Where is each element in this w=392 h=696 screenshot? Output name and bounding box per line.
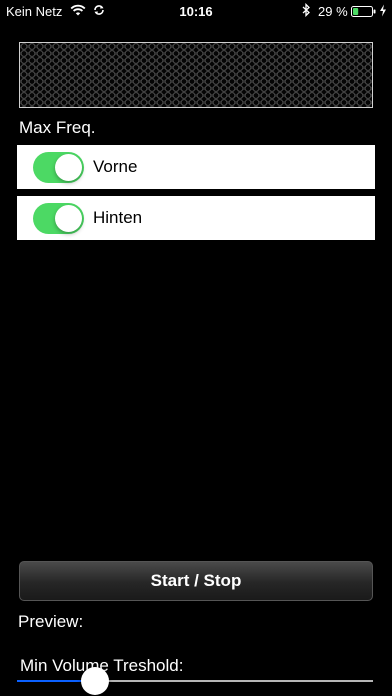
- max-freq-label: Max Freq.: [19, 118, 96, 137]
- vorne-toggle[interactable]: [33, 152, 84, 183]
- vorne-label: Vorne: [93, 157, 138, 176]
- preview-label: Preview:: [18, 612, 84, 631]
- toggle-knob: [55, 154, 82, 181]
- status-bar: Kein Netz 10:16 29 %: [0, 0, 392, 22]
- hinten-label: Hinten: [93, 208, 143, 227]
- charging-icon: [379, 4, 387, 20]
- battery-icon: [351, 5, 376, 17]
- bluetooth-icon: [302, 2, 311, 20]
- min-volume-slider[interactable]: [17, 667, 373, 696]
- hinten-toggle[interactable]: [33, 203, 84, 234]
- app-screen: Kein Netz 10:16 29 % Max Freq. Vorne Hin…: [0, 0, 392, 696]
- switch-row-vorne: Vorne: [17, 145, 375, 189]
- switch-row-hinten: Hinten: [17, 196, 375, 240]
- speaker-grille-image: [19, 42, 373, 108]
- start-stop-button[interactable]: Start / Stop: [19, 561, 373, 601]
- toggle-knob: [55, 205, 82, 232]
- battery-percent: 29 %: [318, 4, 348, 19]
- slider-thumb[interactable]: [81, 667, 110, 695]
